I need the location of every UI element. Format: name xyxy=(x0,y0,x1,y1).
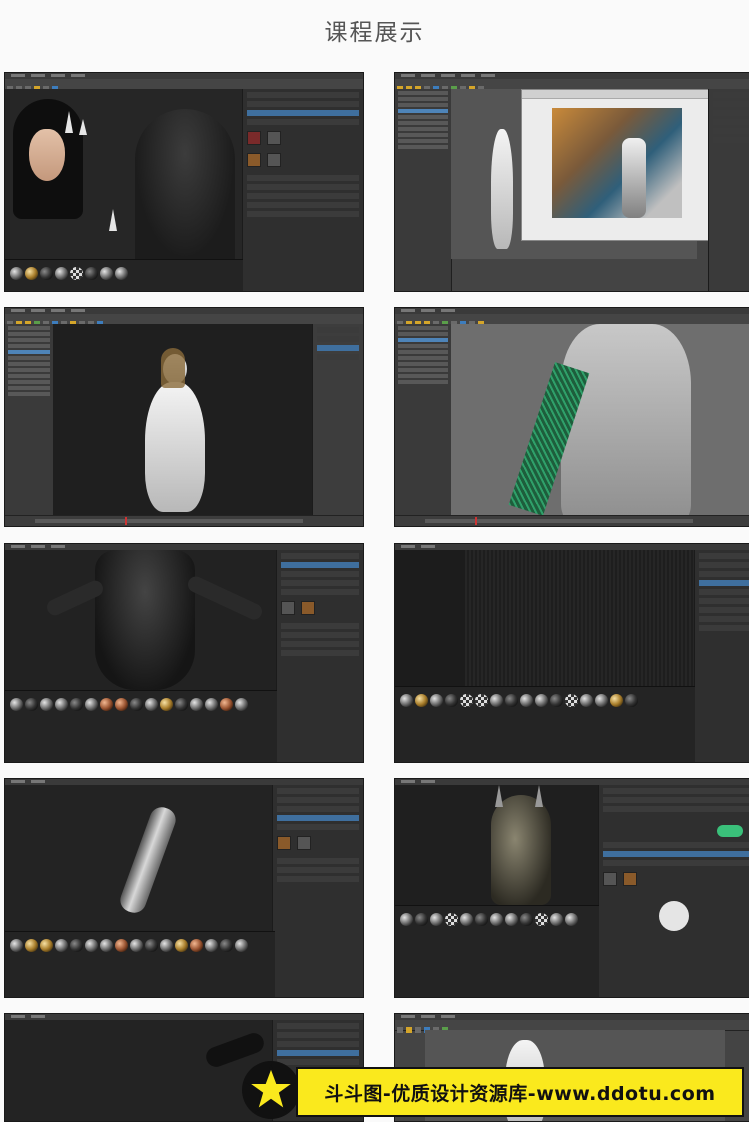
window-title-bar xyxy=(522,90,712,99)
texture-set-panel xyxy=(598,785,749,997)
3d-viewport xyxy=(5,89,243,259)
armor-helmet xyxy=(491,795,551,905)
3d-viewport xyxy=(53,324,315,516)
3d-viewport xyxy=(5,785,275,931)
material-shelf xyxy=(5,931,275,997)
character-hair xyxy=(161,348,185,388)
3d-viewport xyxy=(5,1020,275,1121)
outliner-panel xyxy=(395,89,452,291)
crown-spike xyxy=(109,209,117,231)
layers-panel xyxy=(272,785,363,997)
3d-viewport xyxy=(5,550,277,690)
character-model xyxy=(491,129,513,249)
gallery-screenshot-7[interactable] xyxy=(4,778,364,998)
3d-viewport xyxy=(451,324,749,518)
gallery-screenshot-5[interactable] xyxy=(4,543,364,763)
gallery-screenshot-3[interactable] xyxy=(4,307,364,527)
crown-spike xyxy=(79,119,87,135)
armor-arm xyxy=(185,573,265,623)
brush-preview xyxy=(659,901,689,931)
material-shelf xyxy=(395,905,599,997)
properties-panel xyxy=(694,550,749,762)
outliner-panel xyxy=(395,324,452,526)
material-shelf xyxy=(5,690,277,762)
attribute-editor xyxy=(708,89,749,291)
character-body xyxy=(561,324,691,518)
gallery-screenshot-6[interactable] xyxy=(394,543,749,763)
3d-viewport xyxy=(395,785,599,905)
gallery-screenshot-1[interactable] xyxy=(4,72,364,292)
gallery-screenshot-4[interactable] xyxy=(394,307,749,527)
material-shelf xyxy=(5,259,243,291)
timeline[interactable] xyxy=(5,515,363,526)
armor-torso xyxy=(95,550,195,690)
channel-box xyxy=(312,324,363,526)
character-face xyxy=(29,129,65,181)
watermark-text: 斗斗图-优质设计资源库-www.ddotu.com xyxy=(324,1082,716,1105)
page-header: 课程展示 xyxy=(0,0,749,60)
3d-viewport xyxy=(395,550,695,686)
timeline[interactable] xyxy=(395,515,749,526)
page-title: 课程展示 xyxy=(324,20,425,46)
layers-panel xyxy=(276,550,363,762)
star-icon xyxy=(242,1061,300,1119)
gallery-screenshot-2[interactable] xyxy=(394,72,749,292)
gallery-screenshot-8[interactable] xyxy=(394,778,749,998)
crown-spike xyxy=(495,785,503,807)
render-view-window[interactable] xyxy=(521,89,713,241)
texture-set-panel xyxy=(242,89,363,291)
character-body xyxy=(145,382,205,512)
cloth-mesh xyxy=(135,109,235,259)
render-image xyxy=(552,108,682,218)
robot-model xyxy=(622,138,646,218)
material-shelf xyxy=(395,686,695,762)
crown-spike xyxy=(535,785,543,807)
fabric-surface xyxy=(465,550,695,686)
outliner-panel xyxy=(5,324,54,526)
watermark-banner: 斗斗图-优质设计资源库-www.ddotu.com xyxy=(296,1067,744,1117)
crown-spike xyxy=(65,111,73,133)
toggle-switch[interactable] xyxy=(717,825,743,837)
metal-arm xyxy=(116,803,180,917)
